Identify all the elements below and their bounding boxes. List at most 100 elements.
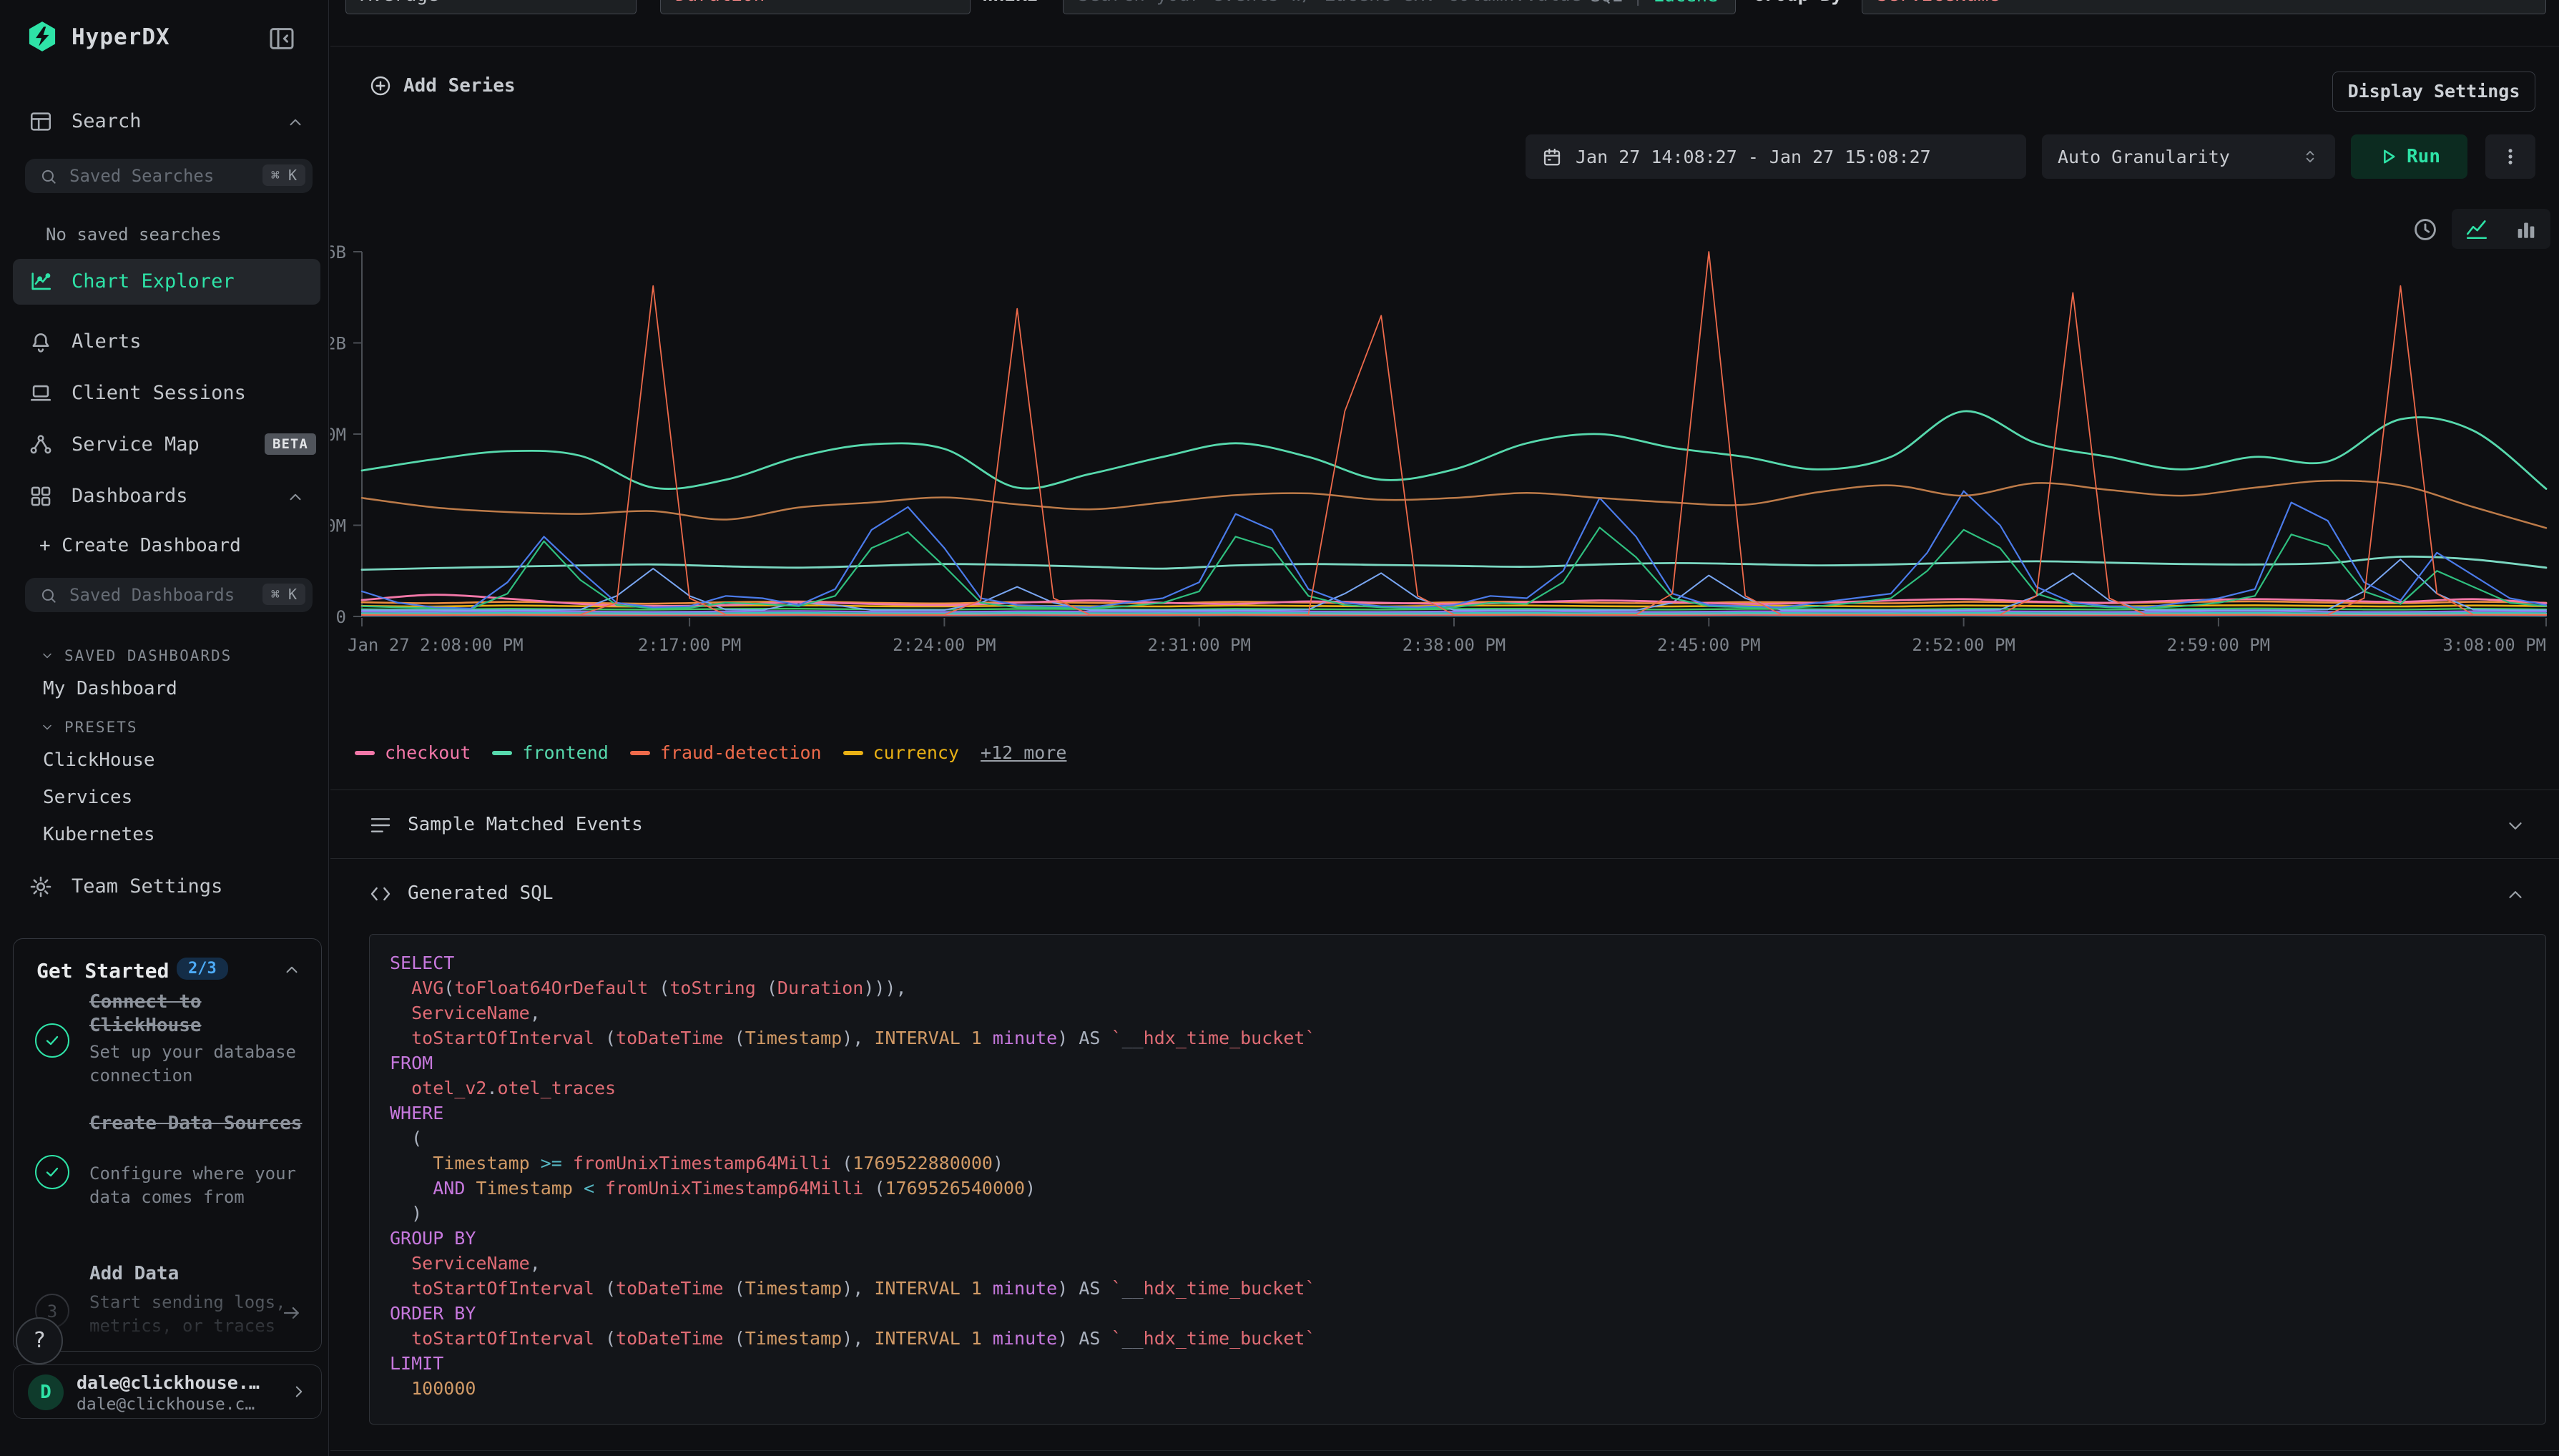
- sidebar-item-clickhouse[interactable]: ClickHouse: [43, 749, 155, 771]
- legend-item[interactable]: fraud-detection: [630, 742, 822, 763]
- search-icon: [39, 167, 58, 186]
- sidebar-item-label: Chart Explorer: [72, 270, 235, 292]
- x-axis-tick-label: 2:52:00 PM: [1912, 635, 2015, 655]
- help-button[interactable]: ?: [16, 1317, 63, 1364]
- generated-sql-code[interactable]: SELECT AVG(toFloat64OrDefault (toString …: [369, 934, 2546, 1425]
- sql-code-line: AND Timestamp < fromUnixTimestamp64Milli…: [390, 1176, 2525, 1201]
- legend-item[interactable]: currency: [843, 742, 959, 763]
- search-icon: [39, 586, 58, 605]
- sidebar-item-client-sessions[interactable]: Client Sessions: [13, 370, 320, 416]
- saved-searches-input[interactable]: Saved Searches ⌘ K: [25, 159, 313, 193]
- shortcut-badge: ⌘ K: [262, 584, 305, 605]
- sidebar-item-kubernetes[interactable]: Kubernetes: [43, 824, 155, 845]
- shortcut-badge: ⌘ K: [262, 164, 305, 186]
- step-title[interactable]: Add Data: [89, 1262, 304, 1286]
- sidebar-item-label: Client Sessions: [72, 382, 246, 404]
- hyperdx-logo-icon: [26, 20, 59, 53]
- mode-separator: |: [1633, 0, 1644, 6]
- x-axis-tick-label: Jan 27 2:08:00 PM: [348, 635, 524, 655]
- chevron-up-icon[interactable]: [283, 960, 301, 979]
- select-chevrons-icon: [2301, 147, 2319, 166]
- sidebar-item-service-map[interactable]: Service Map BETA: [13, 422, 320, 468]
- lucene-search-input[interactable]: Search your events w/ Lucene ex: column:…: [1063, 0, 1736, 14]
- sidebar-item-my-dashboard[interactable]: My Dashboard: [43, 678, 177, 699]
- play-icon: [2378, 147, 2398, 167]
- user-account-button[interactable]: D dale@clickhouse.… dale@clickhouse.c…: [13, 1364, 322, 1419]
- date-range-value: Jan 27 14:08:27 - Jan 27 15:08:27: [1576, 147, 1931, 167]
- sidebar: HyperDX Search Saved Searches ⌘ K No sav…: [0, 0, 329, 1456]
- y-axis-tick-label: 1.6B: [330, 242, 346, 262]
- group-by-input[interactable]: ServiceName: [1862, 0, 2546, 14]
- series-line-frontend: [362, 411, 2546, 489]
- add-series-button[interactable]: Add Series: [369, 74, 516, 97]
- section-title: Generated SQL: [408, 882, 554, 904]
- sql-code-line: GROUP BY: [390, 1226, 2525, 1251]
- sidebar-item-team-settings[interactable]: Team Settings: [13, 864, 320, 910]
- chevron-up-icon[interactable]: [2505, 884, 2526, 905]
- sidebar-item-dashboards[interactable]: Dashboards: [13, 473, 320, 519]
- y-axis-tick-label: 800M: [330, 425, 346, 445]
- generated-sql-section[interactable]: Generated SQL: [330, 860, 2559, 928]
- sidebar-item-label: Team Settings: [72, 875, 222, 897]
- saved-dashboards-placeholder: Saved Dashboards: [69, 585, 235, 605]
- legend-item[interactable]: frontend: [492, 742, 608, 763]
- code-icon: [369, 882, 392, 905]
- more-options-button[interactable]: [2485, 134, 2535, 179]
- y-axis-tick-label: 1.2B: [330, 334, 346, 354]
- legend-item[interactable]: checkout: [355, 742, 471, 763]
- chevron-down-icon: [40, 649, 54, 663]
- step-desc: Set up your database connection: [89, 1041, 304, 1088]
- timeseries-chart[interactable]: 0400M800M1.2B1.6BJan 27 2:08:00 PM2:17:0…: [330, 236, 2559, 737]
- chevron-up-icon[interactable]: [286, 488, 305, 506]
- add-series-label: Add Series: [403, 75, 516, 97]
- legend-swatch: [492, 751, 512, 755]
- x-axis-tick-label: 2:17:00 PM: [638, 635, 742, 655]
- step-title[interactable]: Connect to ClickHouse: [89, 990, 304, 1038]
- legend-label: checkout: [385, 742, 471, 763]
- series-line: [362, 556, 2546, 569]
- x-axis-tick-label: 2:24:00 PM: [893, 635, 996, 655]
- sql-code-line: ORDER BY: [390, 1301, 2525, 1326]
- field-input[interactable]: Duration: [660, 0, 971, 14]
- saved-dashboards-input[interactable]: Saved Dashboards ⌘ K: [25, 578, 313, 612]
- get-started-title: Get Started: [36, 959, 169, 983]
- sidebar-item-services[interactable]: Services: [43, 787, 132, 808]
- step-title[interactable]: Create Data Sources: [89, 1112, 304, 1136]
- aggregation-select[interactable]: Average: [345, 0, 637, 14]
- lucene-mode-toggle[interactable]: Lucene: [1654, 0, 1718, 6]
- x-axis-tick-label: 3:08:00 PM: [2443, 635, 2547, 655]
- create-dashboard-button[interactable]: + Create Dashboard: [39, 535, 241, 556]
- chevron-up-icon[interactable]: [286, 113, 305, 132]
- sql-code-line: 100000: [390, 1376, 2525, 1401]
- sample-matched-events-section[interactable]: Sample Matched Events: [330, 791, 2559, 860]
- calendar-icon: [1541, 146, 1563, 167]
- sql-code-line: toStartOfInterval (toDateTime (Timestamp…: [390, 1326, 2525, 1351]
- chart-explorer-icon: [29, 270, 53, 294]
- sidebar-item-search[interactable]: Search: [13, 99, 320, 144]
- field-value: Duration: [675, 0, 765, 6]
- presets-header[interactable]: PRESETS: [40, 718, 138, 736]
- date-range-picker[interactable]: Jan 27 14:08:27 - Jan 27 15:08:27: [1526, 134, 2026, 179]
- sql-code-line: AVG(toFloat64OrDefault (toString (Durati…: [390, 975, 2525, 1000]
- chevron-down-icon: [607, 0, 624, 4]
- logo-row: HyperDX: [0, 19, 329, 59]
- series-line-fraud-detection: [362, 252, 2546, 615]
- granularity-select[interactable]: Auto Granularity: [2042, 134, 2335, 179]
- step-check-icon: [35, 1155, 69, 1189]
- sidebar-collapse-icon[interactable]: [267, 24, 296, 53]
- plus-circle-icon: [369, 74, 392, 97]
- sidebar-item-label: Service Map: [72, 433, 200, 456]
- sql-code-line: Timestamp >= fromUnixTimestamp64Milli (1…: [390, 1151, 2525, 1176]
- sql-code-line: ): [390, 1201, 2525, 1226]
- bell-icon: [29, 330, 53, 354]
- saved-dashboards-header[interactable]: SAVED DASHBOARDS: [40, 646, 232, 664]
- sidebar-item-alerts[interactable]: Alerts: [13, 319, 320, 365]
- run-button[interactable]: Run: [2351, 134, 2467, 179]
- laptop-icon: [29, 381, 53, 405]
- legend-more-link[interactable]: +12 more: [981, 742, 1066, 763]
- sidebar-item-chart-explorer[interactable]: Chart Explorer: [13, 259, 320, 305]
- chevron-down-icon[interactable]: [2505, 815, 2526, 837]
- sql-mode-toggle[interactable]: SQL: [1590, 0, 1622, 6]
- y-axis-tick-label: 400M: [330, 516, 346, 536]
- display-settings-button[interactable]: Display Settings: [2332, 72, 2535, 112]
